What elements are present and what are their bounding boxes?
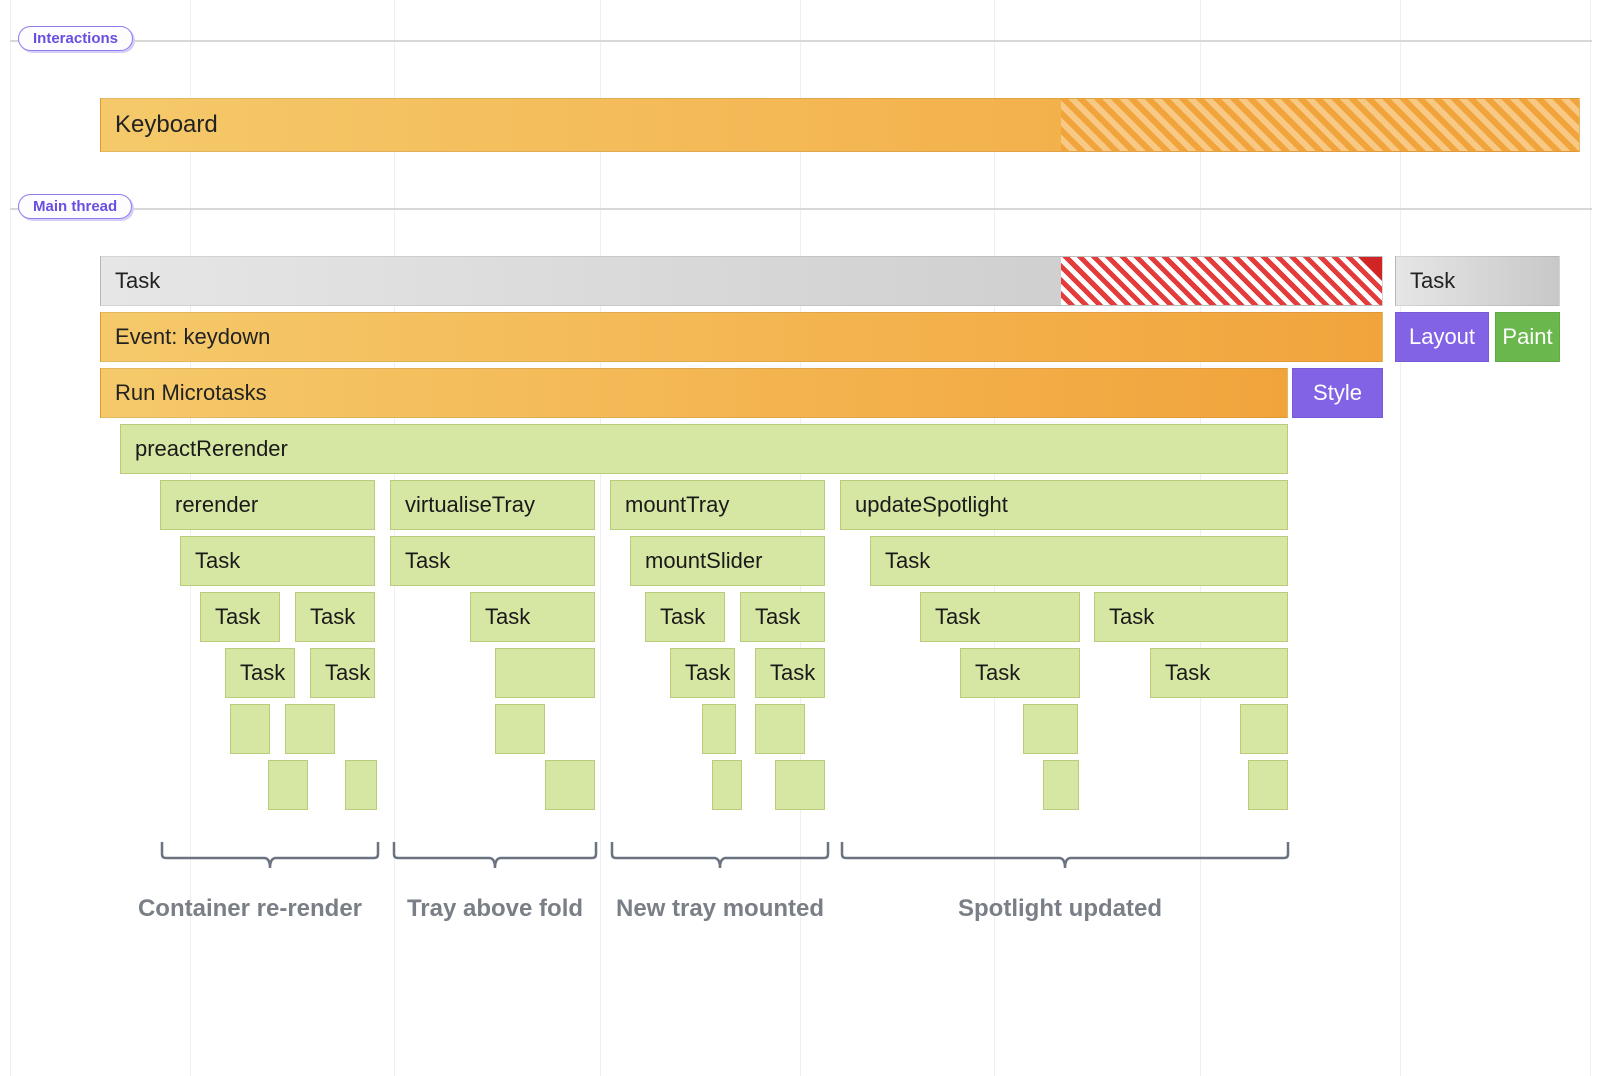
task-bar-r7-f[interactable]: Task — [960, 648, 1080, 698]
event-keydown-bar[interactable]: Event: keydown — [100, 312, 1383, 362]
task-label: Task — [485, 604, 530, 630]
update-spotlight-bar[interactable]: updateSpotlight — [840, 480, 1288, 530]
interactions-section-label: Interactions — [18, 26, 133, 51]
call-bar-r8-d[interactable] — [702, 704, 736, 754]
rerender-bar[interactable]: rerender — [160, 480, 375, 530]
main-thread-rule — [10, 208, 1592, 210]
long-task-label: Task — [115, 268, 160, 294]
task-label: Task — [935, 604, 980, 630]
rerender-label: rerender — [175, 492, 258, 518]
second-task-label: Task — [1410, 268, 1455, 294]
task-label: Task — [685, 660, 730, 686]
annotation-new-tray-mounted: New tray mounted — [600, 895, 840, 923]
task-label: Task — [215, 604, 260, 630]
mount-slider-label: mountSlider — [645, 548, 762, 574]
call-bar-r8-a[interactable] — [230, 704, 270, 754]
task-bar-r6-d[interactable]: Task — [645, 592, 725, 642]
task-bar-r7-a[interactable]: Task — [225, 648, 295, 698]
interaction-keyboard-bar[interactable]: Keyboard — [100, 98, 1580, 152]
layout-label: Layout — [1409, 324, 1475, 350]
event-keydown-label: Event: keydown — [115, 324, 270, 350]
task-bar-r6-f[interactable]: Task — [920, 592, 1080, 642]
long-task-bar[interactable]: Task — [100, 256, 1383, 306]
task-label: Task — [195, 548, 240, 574]
task-label: Task — [975, 660, 1020, 686]
task-bar-r7-e[interactable]: Task — [755, 648, 825, 698]
task-label: Task — [885, 548, 930, 574]
task-bar-r7-d[interactable]: Task — [670, 648, 735, 698]
mount-tray-bar[interactable]: mountTray — [610, 480, 825, 530]
call-bar-r9-a[interactable] — [268, 760, 308, 810]
task-label: Task — [405, 548, 450, 574]
annotation-tray-above-fold: Tray above fold — [395, 895, 595, 923]
brace-new-tray-mounted — [610, 840, 830, 880]
annotation-spotlight-updated: Spotlight updated — [910, 895, 1210, 923]
second-task-bar[interactable]: Task — [1395, 256, 1560, 306]
mount-tray-label: mountTray — [625, 492, 729, 518]
task-bar-r5-c[interactable]: Task — [870, 536, 1288, 586]
run-microtasks-bar[interactable]: Run Microtasks — [100, 368, 1288, 418]
task-label: Task — [1109, 604, 1154, 630]
call-bar-r9-e[interactable] — [775, 760, 825, 810]
mount-slider-bar[interactable]: mountSlider — [630, 536, 825, 586]
task-bar-r6-c[interactable]: Task — [470, 592, 595, 642]
style-label: Style — [1313, 380, 1362, 406]
task-bar-r5-b[interactable]: Task — [390, 536, 595, 586]
call-bar-r9-c[interactable] — [545, 760, 595, 810]
preact-rerender-label: preactRerender — [135, 436, 288, 462]
preact-rerender-bar[interactable]: preactRerender — [120, 424, 1288, 474]
task-label: Task — [1165, 660, 1210, 686]
interaction-keyboard-delay-hatch — [1061, 99, 1579, 151]
layout-bar[interactable]: Layout — [1395, 312, 1489, 362]
paint-bar[interactable]: Paint — [1495, 312, 1560, 362]
run-microtasks-label: Run Microtasks — [115, 380, 267, 406]
long-task-warning-hatch — [1061, 257, 1382, 305]
brace-tray-above-fold — [392, 840, 598, 880]
task-bar-r7-b[interactable]: Task — [310, 648, 375, 698]
long-task-warning-icon — [1358, 257, 1382, 281]
call-bar-r8-f[interactable] — [1023, 704, 1078, 754]
paint-label: Paint — [1502, 324, 1552, 350]
task-bar-r6-b[interactable]: Task — [295, 592, 375, 642]
brace-container-rerender — [160, 840, 380, 880]
interaction-keyboard-label: Keyboard — [115, 111, 218, 139]
interactions-rule — [10, 40, 1592, 42]
task-bar-r6-a[interactable]: Task — [200, 592, 280, 642]
task-bar-r6-e[interactable]: Task — [740, 592, 825, 642]
main-thread-section-label: Main thread — [18, 194, 132, 219]
task-label: Task — [310, 604, 355, 630]
task-label: Task — [770, 660, 815, 686]
call-bar-r8-b[interactable] — [285, 704, 335, 754]
virtualise-tray-bar[interactable]: virtualiseTray — [390, 480, 595, 530]
task-label: Task — [755, 604, 800, 630]
task-bar-r5-a[interactable]: Task — [180, 536, 375, 586]
call-bar-r8-g[interactable] — [1240, 704, 1288, 754]
annotation-container-rerender: Container re-render — [110, 895, 390, 923]
task-label: Task — [660, 604, 705, 630]
call-bar-r8-e[interactable] — [755, 704, 805, 754]
virtualise-tray-label: virtualiseTray — [405, 492, 535, 518]
task-label: Task — [325, 660, 370, 686]
brace-spotlight-updated — [840, 840, 1290, 880]
call-bar-r9-b[interactable] — [345, 760, 377, 810]
call-bar-r9-f[interactable] — [1043, 760, 1079, 810]
update-spotlight-label: updateSpotlight — [855, 492, 1008, 518]
call-bar-r7-c[interactable] — [495, 648, 595, 698]
call-bar-r9-d[interactable] — [712, 760, 742, 810]
task-bar-r6-g[interactable]: Task — [1094, 592, 1288, 642]
style-bar[interactable]: Style — [1292, 368, 1383, 418]
call-bar-r9-g[interactable] — [1248, 760, 1288, 810]
task-bar-r7-g[interactable]: Task — [1150, 648, 1288, 698]
task-label: Task — [240, 660, 285, 686]
call-bar-r8-c[interactable] — [495, 704, 545, 754]
